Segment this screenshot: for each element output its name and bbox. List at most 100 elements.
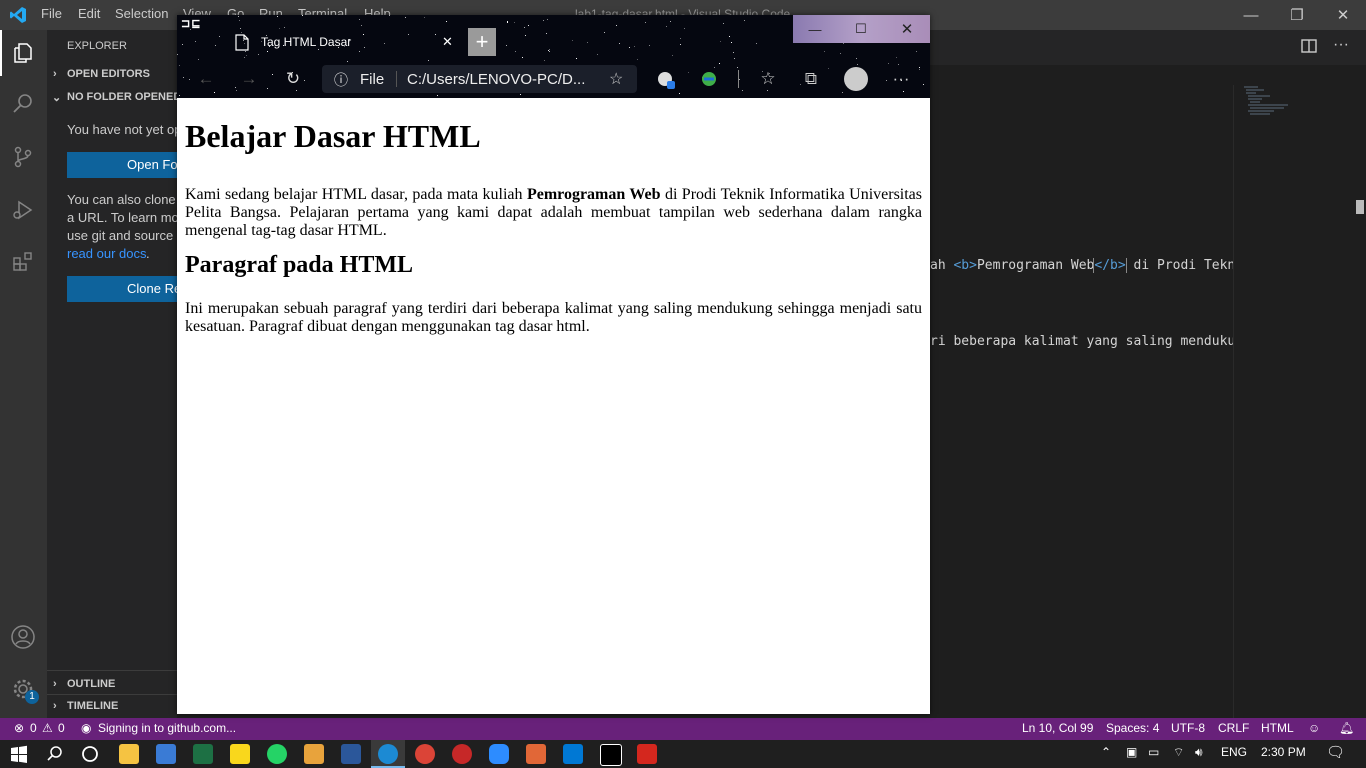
sticky-notes-icon[interactable] xyxy=(230,744,250,764)
read-docs-link[interactable]: read our docs xyxy=(67,246,147,261)
browser-restore-button[interactable]: ☐ xyxy=(839,15,883,43)
address-scheme: File xyxy=(360,71,385,88)
task-view-icon[interactable] xyxy=(80,744,100,764)
star-dot xyxy=(446,21,447,22)
run-debug-icon[interactable] xyxy=(8,195,38,225)
warning-icon[interactable]: ⚠ xyxy=(42,721,53,735)
eol-status[interactable]: CRLF xyxy=(1218,721,1249,735)
document-icon xyxy=(235,34,249,51)
open-folder-button[interactable]: Open Folder xyxy=(67,152,177,178)
forward-arrow-icon[interactable]: → xyxy=(235,65,263,93)
extensions-icon[interactable] xyxy=(8,247,38,277)
star-dot xyxy=(597,54,598,55)
browser-app-icon[interactable] xyxy=(156,744,176,764)
indentation-status[interactable]: Spaces: 4 xyxy=(1106,721,1159,735)
file-explorer-icon[interactable] xyxy=(119,744,139,764)
star-dot xyxy=(629,47,630,48)
matlab-icon[interactable] xyxy=(526,744,546,764)
new-tab-button[interactable]: + xyxy=(468,28,496,56)
wifi-icon[interactable]: ⌔ xyxy=(1173,745,1184,760)
vscode-close-button[interactable]: ✕ xyxy=(1320,0,1366,30)
star-dot xyxy=(720,41,721,42)
account-icon[interactable] xyxy=(8,622,38,652)
battery-icon[interactable]: ▭ xyxy=(1148,745,1159,759)
add-favorite-icon[interactable]: ☆ xyxy=(609,69,623,89)
language-mode[interactable]: HTML xyxy=(1261,721,1294,735)
volume-icon[interactable]: 🔊︎ xyxy=(1195,745,1203,760)
profile-avatar[interactable] xyxy=(844,67,868,91)
browser-tab[interactable]: Tag HTML Dasar ✕ xyxy=(223,29,466,57)
encoding-status[interactable]: UTF-8 xyxy=(1171,721,1205,735)
tray-chevron-up-icon[interactable]: ⌃ xyxy=(1101,745,1111,759)
action-center-icon[interactable]: 🗨︎ xyxy=(1326,743,1345,761)
star-dot xyxy=(424,17,425,18)
browser-extension-globe-icon[interactable] xyxy=(697,67,721,91)
open-editors-section[interactable]: OPEN EDITORS xyxy=(67,68,150,80)
activity-bar xyxy=(0,30,47,718)
address-bar[interactable]: ⓘ File C:/Users/LENOVO-PC/D... ☆ xyxy=(322,65,637,93)
edge-icon[interactable] xyxy=(378,744,398,764)
zoom-icon[interactable] xyxy=(489,744,509,764)
github-signing-status[interactable]: Signing in to github.com... xyxy=(98,721,236,735)
star-dot xyxy=(670,21,671,22)
timeline-section[interactable]: TIMELINE xyxy=(67,700,118,712)
explorer-files-icon[interactable] xyxy=(8,38,38,68)
excel-icon[interactable] xyxy=(193,744,213,764)
vscode-minimize-button[interactable]: — xyxy=(1228,0,1274,30)
star-dot xyxy=(744,20,745,21)
search-icon[interactable] xyxy=(8,89,38,119)
refresh-icon[interactable]: ↻ xyxy=(279,65,307,93)
collections-icon[interactable]: ⧉ xyxy=(797,65,825,93)
outline-section[interactable]: OUTLINE xyxy=(67,678,115,690)
tab-close-icon[interactable]: ✕ xyxy=(442,34,453,50)
notifications-bell-icon[interactable]: 🔔︎ xyxy=(1339,721,1354,735)
browser-close-button[interactable]: ✕ xyxy=(885,15,929,43)
back-arrow-icon[interactable]: ← xyxy=(192,65,220,93)
split-editor-icon[interactable] xyxy=(1300,38,1318,54)
windows-start-icon[interactable] xyxy=(10,745,28,763)
feedback-icon[interactable]: ☺ xyxy=(1308,721,1320,735)
vscode-taskbar-icon[interactable] xyxy=(563,744,583,764)
menu-edit[interactable]: Edit xyxy=(78,6,100,21)
rx-app-icon[interactable] xyxy=(452,744,472,764)
star-dot xyxy=(916,51,917,52)
info-icon[interactable]: ⓘ xyxy=(334,70,348,90)
star-dot xyxy=(739,79,740,80)
intellij-icon[interactable] xyxy=(600,744,622,766)
error-count[interactable]: 0 xyxy=(30,721,37,735)
star-dot xyxy=(528,25,529,26)
star-dot xyxy=(919,69,920,70)
whatsapp-icon[interactable] xyxy=(267,744,287,764)
clock[interactable]: 2:30 PM xyxy=(1261,745,1306,759)
chevron-right-icon: › xyxy=(53,700,57,712)
menu-selection[interactable]: Selection xyxy=(115,6,168,21)
taskbar-search-icon[interactable] xyxy=(45,744,65,764)
code-line-bold: ah <b>Pemrograman Web</b> di Prodi Tekn xyxy=(930,258,1233,273)
more-options-icon[interactable]: ··· xyxy=(887,65,915,93)
menu-file[interactable]: File xyxy=(41,6,62,21)
more-actions-icon[interactable]: ··· xyxy=(1333,36,1349,54)
acrobat-icon[interactable] xyxy=(637,744,657,764)
star-dot xyxy=(514,22,515,23)
star-dot xyxy=(688,72,689,73)
browser-minimize-button[interactable]: — xyxy=(793,15,837,43)
star-dot xyxy=(731,42,732,43)
pinwheel-app-icon[interactable] xyxy=(304,744,324,764)
editor-scrollbar[interactable] xyxy=(1356,200,1364,214)
error-icon[interactable]: ⊗ xyxy=(14,721,24,735)
warning-count[interactable]: 0 xyxy=(58,721,65,735)
extension-icon[interactable] xyxy=(653,67,677,91)
vscode-restore-button[interactable]: ❐ xyxy=(1274,0,1320,30)
cursor-position[interactable]: Ln 10, Col 99 xyxy=(1022,721,1093,735)
minimap[interactable] xyxy=(1233,85,1354,718)
chrome-icon[interactable] xyxy=(415,744,435,764)
no-folder-section[interactable]: NO FOLDER OPENED xyxy=(67,91,177,103)
address-url[interactable]: C:/Users/LENOVO-PC/D... xyxy=(407,71,585,88)
word-icon[interactable] xyxy=(341,744,361,764)
tray-device-icon[interactable]: ▣ xyxy=(1126,745,1137,759)
no-folder-message: You have not yet opened a folder. xyxy=(67,122,177,137)
favorites-icon[interactable]: ☆ xyxy=(754,65,782,93)
clone-repository-button[interactable]: Clone Repository xyxy=(67,276,177,302)
language-indicator[interactable]: ENG xyxy=(1221,745,1247,759)
source-control-icon[interactable] xyxy=(8,142,38,172)
